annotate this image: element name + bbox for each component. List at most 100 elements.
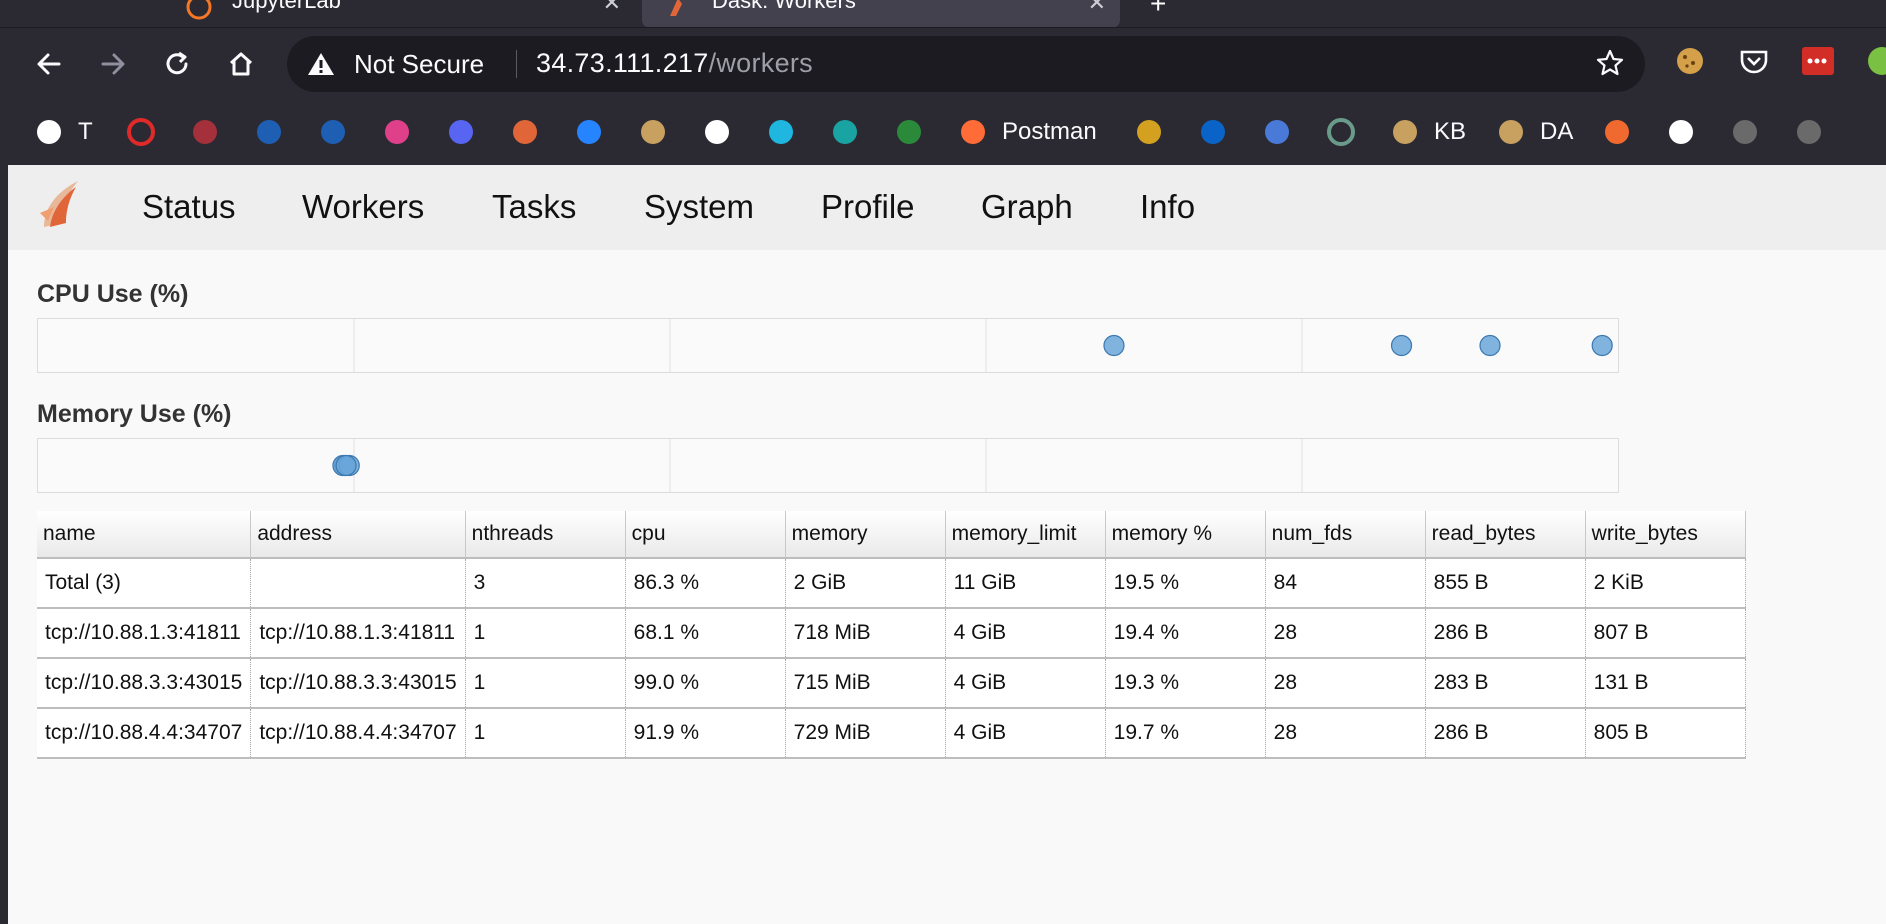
nav-tasks[interactable]: Tasks <box>492 188 576 226</box>
ribbon-blue-icon <box>321 120 345 144</box>
table-cell: 11 GiB <box>945 558 1106 609</box>
table-cell: 3 <box>465 558 626 609</box>
column-header-memory[interactable]: memory <box>785 511 946 559</box>
bookmark-item[interactable] <box>1730 115 1760 149</box>
bookmark-star-icon[interactable] <box>1595 48 1625 78</box>
table-row[interactable]: tcp://10.88.1.3:41811 tcp://10.88.1.3:418… <box>37 608 1746 659</box>
github-icon <box>1797 120 1821 144</box>
home-button[interactable] <box>221 44 261 84</box>
table-cell[interactable]: tcp://10.88.3.3:43015 <box>37 658 252 709</box>
cpu-point[interactable] <box>1103 334 1125 357</box>
nav-workers[interactable]: Workers <box>302 188 424 226</box>
cpu-use-plot[interactable] <box>37 318 1619 373</box>
bookmark-item[interactable] <box>1198 115 1228 149</box>
column-header-cpu[interactable]: cpu <box>625 511 786 559</box>
cpu-point[interactable] <box>1390 334 1413 357</box>
workers-table: name address nthreads cpu memory memory_limit… <box>37 511 1746 759</box>
nav-profile[interactable]: Profile <box>821 188 915 226</box>
bookmark-item[interactable] <box>446 115 476 149</box>
bookmark-item[interactable] <box>1262 115 1292 149</box>
table-cell: 2 KiB <box>1585 558 1746 609</box>
bookmark-item[interactable] <box>638 115 668 149</box>
cpu-point[interactable] <box>1591 334 1613 357</box>
bookmark-item[interactable]: T <box>34 115 93 149</box>
bookmark-item[interactable] <box>254 115 284 149</box>
nav-info[interactable]: Info <box>1140 188 1195 226</box>
arrow-flag-icon <box>641 120 665 144</box>
bookmark-item[interactable] <box>382 115 412 149</box>
bookmark-item[interactable] <box>574 115 604 149</box>
nav-system[interactable]: System <box>644 188 754 226</box>
bookmark-item[interactable] <box>1326 115 1356 149</box>
column-header-address[interactable]: address <box>250 511 466 559</box>
bookmark-item[interactable]: Postman <box>958 115 1097 149</box>
column-header-read-bytes[interactable]: read_bytes <box>1425 511 1586 559</box>
table-cell[interactable]: tcp://10.88.1.3:41811 <box>37 608 252 659</box>
table-row[interactable]: tcp://10.88.4.4:34707 tcp://10.88.4.4:347… <box>37 708 1746 759</box>
column-header-nthreads[interactable]: nthreads <box>465 511 626 559</box>
reload-button[interactable] <box>157 44 197 84</box>
bookmark-item[interactable]: KB <box>1390 115 1466 149</box>
pocket-icon[interactable] <box>1737 44 1771 78</box>
bookmark-label: KB <box>1434 118 1467 145</box>
nav-graph[interactable]: Graph <box>981 188 1073 226</box>
bookmark-item[interactable] <box>1602 115 1632 149</box>
table-cell: 28 <box>1265 608 1426 659</box>
column-header-memory-limit[interactable]: memory_limit <box>945 511 1106 559</box>
cookie-icon[interactable] <box>1673 44 1707 78</box>
cpu-point[interactable] <box>1479 334 1501 357</box>
bookmark-item[interactable] <box>894 115 924 149</box>
ribbon-blue-icon <box>257 120 281 144</box>
url-separator <box>516 50 517 78</box>
bookmark-item[interactable] <box>702 115 732 149</box>
column-header-memory[interactable]: memory % <box>1105 511 1266 559</box>
close-icon[interactable]: ✕ <box>603 0 621 16</box>
bookmark-label: Postman <box>1002 118 1097 145</box>
lock-box-icon <box>1265 120 1289 144</box>
dask-logo-icon[interactable] <box>36 177 84 233</box>
nav-status[interactable]: Status <box>142 188 236 226</box>
table-cell: 286 B <box>1425 608 1586 659</box>
security-label[interactable]: Not Secure <box>354 49 484 80</box>
table-cell: Total (3) <box>37 558 252 609</box>
url-host: 34.73.111.217 <box>536 48 709 78</box>
bookmark-item[interactable]: DA <box>1496 115 1573 149</box>
table-cell: 855 B <box>1425 558 1586 609</box>
bookmark-item[interactable] <box>1666 115 1696 149</box>
url-text[interactable]: 34.73.111.217/workers <box>536 48 813 79</box>
new-tab-button[interactable]: + <box>1150 0 1166 20</box>
ring-green-icon <box>1327 118 1355 146</box>
tab-jupyterlab[interactable]: JupyterLab ✕ <box>140 0 635 28</box>
lastpass-icon[interactable] <box>1801 44 1835 78</box>
tab-dask-workers[interactable]: Dask: Workers ✕ <box>642 0 1120 28</box>
browser-chrome: JupyterLab ✕ Dask: Workers ✕ + Not Secur… <box>0 0 1886 165</box>
table-cell: 1 <box>465 708 626 759</box>
table-cell: 283 B <box>1425 658 1586 709</box>
total-row[interactable]: Total (3) 3 86.3 % 2 GiB 11 GiB 19.5 % 84 855 B… <box>37 558 1746 609</box>
bookmark-item[interactable] <box>1134 115 1164 149</box>
memory-point[interactable] <box>335 454 357 477</box>
bookmark-item[interactable] <box>510 115 540 149</box>
table-row[interactable]: tcp://10.88.3.3:43015 tcp://10.88.3.3:430… <box>37 658 1746 709</box>
back-button[interactable] <box>29 44 69 84</box>
memory-plot-title: Memory Use (%) <box>37 400 232 428</box>
bookmark-item[interactable] <box>1794 115 1824 149</box>
forward-button[interactable] <box>93 44 133 84</box>
memory-plot-canvas <box>332 439 1303 492</box>
bookmark-item[interactable] <box>830 115 860 149</box>
table-cell[interactable]: tcp://10.88.4.4:34707 <box>37 708 252 759</box>
bookmark-item[interactable] <box>318 115 348 149</box>
bookmark-item[interactable] <box>766 115 796 149</box>
bookmark-item[interactable] <box>126 115 156 149</box>
column-header-name[interactable]: name <box>37 511 252 559</box>
jupyter-icon <box>186 0 212 20</box>
close-icon[interactable]: ✕ <box>1088 0 1106 16</box>
github-icon <box>1733 120 1757 144</box>
extension-green-icon[interactable] <box>1865 44 1886 78</box>
column-header-write-bytes[interactable]: write_bytes <box>1585 511 1746 559</box>
github-icon <box>705 120 729 144</box>
bookmark-item[interactable] <box>190 115 220 149</box>
column-header-num-fds[interactable]: num_fds <box>1265 511 1426 559</box>
url-bar[interactable]: Not Secure 34.73.111.217/workers <box>287 36 1645 92</box>
memory-use-plot[interactable] <box>37 438 1619 493</box>
